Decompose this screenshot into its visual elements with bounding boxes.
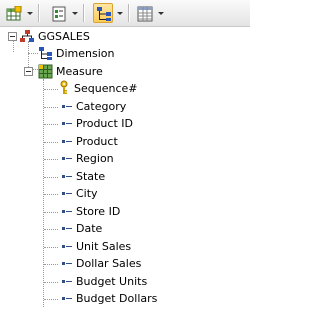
tree-connector (44, 142, 58, 143)
field-label: Product (76, 135, 118, 148)
view-button[interactable] (48, 3, 68, 23)
dimension-hierarchy-icon (39, 47, 52, 60)
field-item[interactable]: Region (0, 150, 250, 167)
column-icon (62, 140, 72, 144)
field-item[interactable]: Unit Sales (0, 238, 250, 255)
column-icon (62, 210, 72, 214)
field-label: Dollar Sales (76, 257, 142, 270)
field-label: City (76, 187, 98, 200)
table-dropdown-arrow[interactable] (25, 3, 35, 23)
tree-node-label: Measure (56, 65, 103, 78)
toolbar-separator (38, 4, 39, 22)
column-icon (62, 262, 72, 266)
column-icon (62, 105, 72, 109)
field-item[interactable]: Product (0, 133, 250, 150)
view-icon (52, 6, 66, 22)
field-item[interactable]: Budget Units (0, 273, 250, 290)
tree-node-label: GGSALES (38, 30, 90, 43)
field-item[interactable]: Budget Dollars (0, 290, 250, 307)
field-item[interactable]: Store ID (0, 203, 250, 220)
tree-connector (44, 299, 58, 300)
tree-connector (44, 264, 58, 265)
view-dropdown-arrow[interactable] (70, 3, 80, 23)
field-label: Product ID (76, 117, 133, 130)
tree-connector (44, 229, 58, 230)
tree-node-root[interactable]: GGSALES (0, 28, 250, 45)
key-icon (60, 80, 68, 94)
collapse-toggle[interactable] (24, 67, 33, 76)
list-view-icon (137, 6, 153, 22)
field-label: Date (76, 222, 103, 235)
field-label: Region (76, 152, 114, 165)
column-icon (62, 122, 72, 126)
toolbar (0, 0, 250, 27)
field-label: Sequence# (74, 82, 138, 95)
field-label: State (76, 170, 106, 183)
field-label: Category (76, 100, 127, 113)
table-button[interactable] (3, 3, 23, 23)
column-icon (62, 157, 72, 161)
database-tree-icon (20, 30, 34, 42)
list-view-button[interactable] (134, 3, 154, 23)
column-icon (62, 192, 72, 196)
tree-connector (44, 177, 58, 178)
table-grid-icon (6, 6, 22, 21)
field-label: Budget Units (76, 275, 148, 288)
field-item[interactable]: Category (0, 98, 250, 115)
field-label: Store ID (76, 205, 121, 218)
column-icon (62, 245, 72, 249)
hierarchy-button[interactable] (93, 3, 113, 23)
tree-connector (44, 212, 58, 213)
column-icon (62, 297, 72, 301)
hierarchy-icon (97, 7, 111, 21)
tree-node-label: Dimension (56, 47, 115, 60)
field-label: Unit Sales (76, 240, 132, 253)
field-item[interactable]: Sequence# (0, 80, 250, 97)
field-item[interactable]: Dollar Sales (0, 255, 250, 272)
tree-node-dimension[interactable]: Dimension (0, 45, 250, 62)
field-tree: GGSALES Dimension Measure Sequence# Cate… (0, 27, 250, 315)
toolbar-separator (83, 4, 84, 22)
tree-connector (44, 194, 58, 195)
field-item[interactable]: Date (0, 220, 250, 237)
column-icon (62, 175, 72, 179)
tree-connector (44, 89, 58, 90)
column-icon (62, 280, 72, 284)
toolbar-separator (128, 4, 129, 22)
tree-connector (44, 159, 58, 160)
collapse-toggle[interactable] (8, 32, 17, 41)
hierarchy-dropdown-arrow[interactable] (115, 3, 125, 23)
tree-connector (44, 247, 58, 248)
field-item[interactable]: State (0, 168, 250, 185)
field-item[interactable]: Product ID (0, 115, 250, 132)
field-label: Budget Dollars (76, 292, 158, 305)
tree-connector (44, 124, 58, 125)
list-view-dropdown-arrow[interactable] (156, 3, 166, 23)
column-icon (62, 227, 72, 231)
measure-grid-icon (38, 64, 53, 79)
field-item[interactable]: City (0, 185, 250, 202)
tree-connector (44, 107, 58, 108)
tree-node-measure[interactable]: Measure (0, 63, 250, 80)
tree-connector (44, 282, 58, 283)
